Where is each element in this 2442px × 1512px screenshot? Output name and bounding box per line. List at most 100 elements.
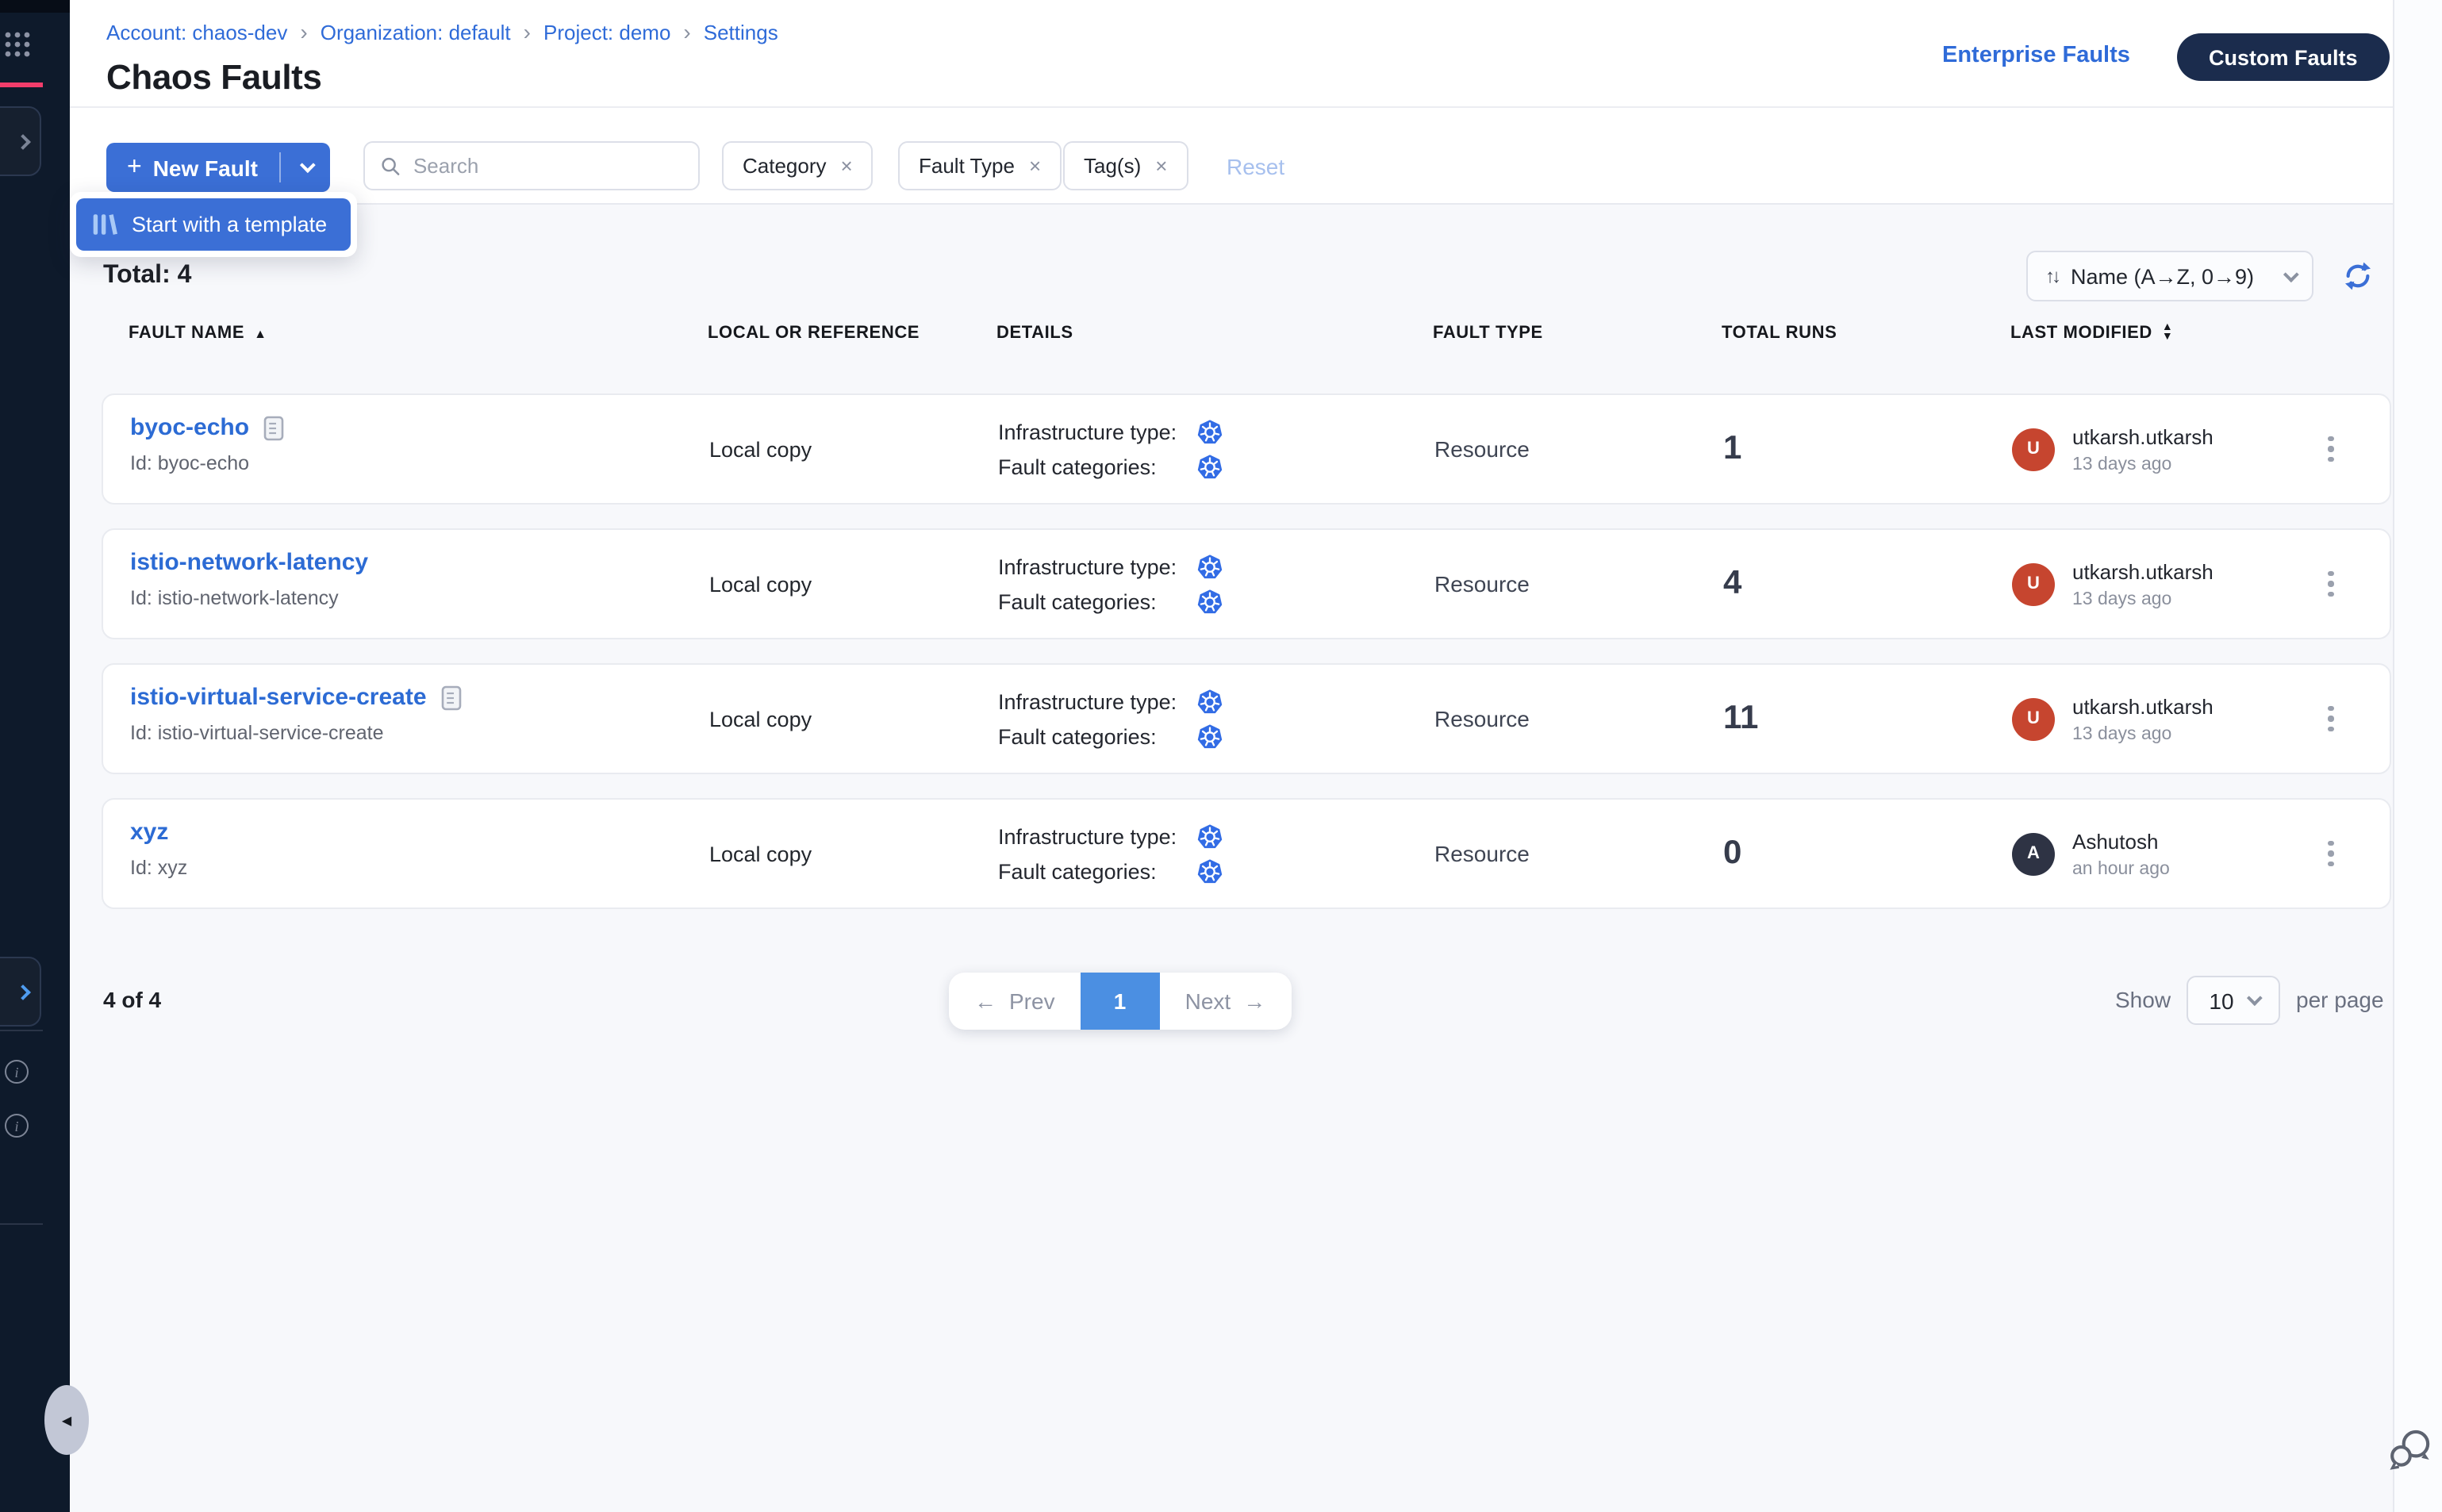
filter-chip-fault-type[interactable]: Fault Type × [898, 141, 1062, 190]
fault-row[interactable]: istio-network-latency Id: istio-network-… [102, 528, 2391, 639]
details-cell: Infrastructure type: [998, 553, 1434, 615]
breadcrumb-organization-link[interactable]: Organization: default [321, 20, 511, 44]
new-fault-dropdown-toggle[interactable] [282, 143, 331, 192]
column-details: DETAILS [996, 324, 1433, 343]
row-menu-kebab-icon[interactable] [2328, 436, 2334, 462]
sidebar-divider [0, 1223, 43, 1225]
row-menu-kebab-icon[interactable] [2328, 706, 2334, 732]
breadcrumb-settings-link[interactable]: Settings [704, 20, 778, 44]
chevron-down-icon [2283, 266, 2299, 282]
infrastructure-type-label: Infrastructure type: [998, 420, 1196, 443]
kubernetes-icon [1196, 823, 1223, 850]
sidebar-expand-bottom-button[interactable] [0, 957, 41, 1027]
breadcrumb-separator: › [300, 19, 307, 44]
chaos-faults-page: i i ◀ Account: chaos-dev › Organization:… [0, 0, 2442, 1512]
fault-categories-label: Fault categories: [998, 859, 1196, 883]
details-cell: Infrastructure type: [998, 688, 1434, 750]
sidebar-collapse-handle[interactable]: ◀ [44, 1385, 89, 1455]
modified-by: utkarsh.utkarsh [2072, 424, 2214, 448]
prev-page-button[interactable]: ← Prev [949, 973, 1081, 1030]
info-icon[interactable]: i [5, 1114, 29, 1138]
kubernetes-icon [1196, 418, 1223, 445]
row-menu-kebab-icon[interactable] [2328, 571, 2334, 597]
row-menu-kebab-icon[interactable] [2328, 841, 2334, 867]
breadcrumb: Account: chaos-dev › Organization: defau… [106, 19, 778, 44]
fault-name-link[interactable]: xyz [130, 819, 168, 846]
fault-row[interactable]: byoc-echo Id: byoc-echo Local copy Infra… [102, 393, 2391, 505]
filter-chip-tags[interactable]: Tag(s) × [1063, 141, 1188, 190]
search-input[interactable] [413, 154, 682, 178]
new-fault-dropdown-menu: Start with a template [70, 192, 357, 257]
close-icon[interactable]: × [1155, 154, 1167, 178]
chevron-right-icon [15, 133, 31, 149]
filter-chip-category[interactable]: Category × [722, 141, 874, 190]
local-or-reference-value: Local copy [709, 572, 998, 596]
fault-type-value: Resource [1434, 706, 1723, 731]
sidebar-expand-button[interactable] [0, 106, 41, 176]
show-label: Show [2115, 987, 2171, 1012]
current-page-button[interactable]: 1 [1081, 973, 1160, 1030]
brand-accent-line [0, 83, 43, 87]
per-page-label: per page [2296, 987, 2384, 1012]
close-icon[interactable]: × [1029, 154, 1041, 178]
kubernetes-icon [1196, 453, 1223, 480]
left-arrow-icon: ← [974, 988, 996, 1014]
avatar: U [2012, 428, 2055, 470]
right-gutter [2393, 0, 2442, 1512]
sort-ascending-icon: ▲ [254, 326, 267, 340]
kubernetes-icon [1196, 588, 1223, 615]
breadcrumb-separator: › [683, 19, 690, 44]
page-title: Chaos Faults [106, 57, 321, 98]
prev-label: Prev [1009, 988, 1055, 1014]
sort-dropdown[interactable]: ↑↓ Name (A→Z, 0→9) [2026, 251, 2313, 301]
refresh-icon[interactable] [2342, 260, 2374, 292]
breadcrumb-project-link[interactable]: Project: demo [543, 20, 670, 44]
copy-fault-icon[interactable] [441, 685, 462, 710]
kubernetes-icon [1196, 688, 1223, 715]
chat-bubbles-icon[interactable] [2386, 1426, 2434, 1474]
left-nav-sidebar: i i [0, 0, 70, 1512]
column-last-modified[interactable]: LAST MODIFIED ▲▼ [2010, 324, 2317, 343]
infrastructure-type-label: Infrastructure type: [998, 689, 1196, 713]
column-label: FAULT NAME [129, 324, 244, 343]
breadcrumb-account-link[interactable]: Account: chaos-dev [106, 20, 287, 44]
next-label: Next [1185, 988, 1231, 1014]
new-fault-label: New Fault [153, 155, 258, 180]
fault-name-link[interactable]: byoc-echo [130, 414, 249, 441]
modified-by: Ashutosh [2072, 829, 2170, 853]
reset-filters-link[interactable]: Reset [1227, 154, 1284, 179]
fault-type-value: Resource [1434, 571, 1723, 597]
fault-row[interactable]: xyz Id: xyz Local copy Infrastructure ty… [102, 798, 2391, 909]
fault-row[interactable]: istio-virtual-service-create Id: istio-v… [102, 663, 2391, 774]
last-modified-cell: U utkarsh.utkarsh 13 days ago [2012, 694, 2318, 743]
new-fault-button[interactable]: + New Fault [106, 143, 280, 192]
sort-both-icon: ▲▼ [2162, 324, 2173, 343]
pagination-summary: 4 of 4 [103, 987, 161, 1012]
column-fault-type: FAULT TYPE [1433, 324, 1722, 343]
infrastructure-type-label: Infrastructure type: [998, 555, 1196, 578]
fault-id: Id: xyz [130, 857, 709, 879]
column-fault-name[interactable]: FAULT NAME ▲ [129, 324, 708, 343]
filter-chip-label: Fault Type [919, 154, 1015, 178]
fault-name-link[interactable]: istio-virtual-service-create [130, 684, 427, 711]
details-cell: Infrastructure type: [998, 823, 1434, 885]
chevron-right-icon [15, 984, 31, 1000]
enterprise-faults-link[interactable]: Enterprise Faults [1942, 43, 2130, 68]
start-with-template-menu-item[interactable]: Start with a template [76, 198, 351, 251]
info-icon[interactable]: i [5, 1060, 29, 1084]
last-modified-cell: U utkarsh.utkarsh 13 days ago [2012, 424, 2318, 474]
total-count-label: Total: 4 [103, 262, 191, 290]
local-or-reference-value: Local copy [709, 707, 998, 731]
page-size-select[interactable]: 10 [2187, 976, 2280, 1025]
custom-faults-button[interactable]: Custom Faults [2177, 33, 2390, 81]
column-total-runs: TOTAL RUNS [1722, 324, 2010, 343]
apps-grid-icon[interactable] [3, 30, 32, 59]
new-fault-split-button[interactable]: + New Fault [106, 143, 331, 192]
modified-at: 13 days ago [2072, 589, 2214, 608]
column-label: FAULT TYPE [1433, 324, 1543, 343]
next-page-button[interactable]: Next → [1160, 973, 1292, 1030]
copy-fault-icon[interactable] [263, 415, 284, 440]
close-icon[interactable]: × [841, 154, 853, 178]
fault-name-link[interactable]: istio-network-latency [130, 549, 368, 576]
total-runs-value: 0 [1723, 835, 2012, 873]
